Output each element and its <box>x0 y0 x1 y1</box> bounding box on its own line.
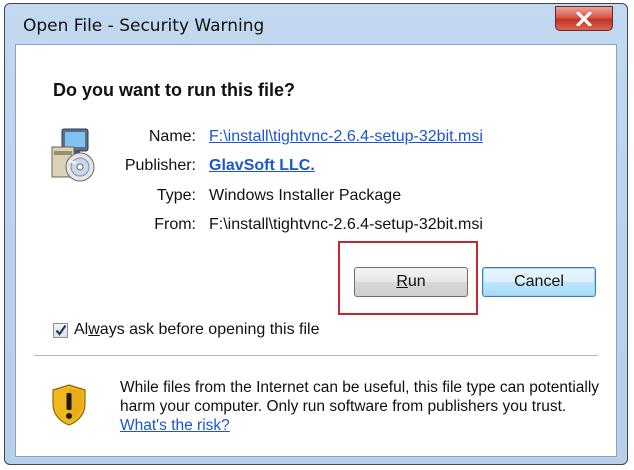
warning-text: While files from the Internet can be use… <box>120 379 600 415</box>
title-bar[interactable]: Open File - Security Warning <box>5 4 627 44</box>
run-mnemonic: R <box>396 273 408 290</box>
always-ask-label[interactable]: Always ask before opening this file <box>74 321 319 339</box>
type-label: Type: <box>156 187 196 204</box>
dialog-content: Do you want to run this file? Name: F:\i… <box>15 44 617 457</box>
publisher-link[interactable]: GlavSoft LLC. <box>209 157 315 175</box>
cancel-button[interactable]: Cancel <box>482 267 596 297</box>
whats-the-risk-link[interactable]: What's the risk? <box>120 417 230 434</box>
always-ask-checkbox[interactable] <box>53 323 68 338</box>
name-label: Name: <box>148 128 196 145</box>
security-warning-window: Open File - Security Warning Do you want… <box>4 3 628 465</box>
cancel-label: Cancel <box>514 273 564 290</box>
close-button[interactable] <box>555 6 613 31</box>
always-ask-label-post: ays ask before opening this file <box>99 321 320 338</box>
always-ask-label-pre: Al <box>74 321 89 338</box>
checkmark-icon <box>55 324 67 336</box>
name-link[interactable]: F:\install\tightvnc-2.6.4-setup-32bit.ms… <box>209 128 483 146</box>
always-ask-mnemonic: w <box>88 321 100 338</box>
close-icon <box>576 12 592 26</box>
from-value: F:\install\tightvnc-2.6.4-setup-32bit.ms… <box>209 216 483 233</box>
publisher-label: Publisher: <box>124 157 196 174</box>
run-label: un <box>407 273 426 290</box>
warning-message: While files from the Internet can be use… <box>120 378 600 435</box>
type-value: Windows Installer Package <box>209 187 402 204</box>
from-label: From: <box>154 216 196 233</box>
warning-shield-icon <box>52 384 86 426</box>
section-divider <box>34 355 598 356</box>
run-button[interactable]: Run <box>354 267 468 297</box>
dialog-question: Do you want to run this file? <box>53 80 295 100</box>
window-title: Open File - Security Warning <box>23 16 265 36</box>
